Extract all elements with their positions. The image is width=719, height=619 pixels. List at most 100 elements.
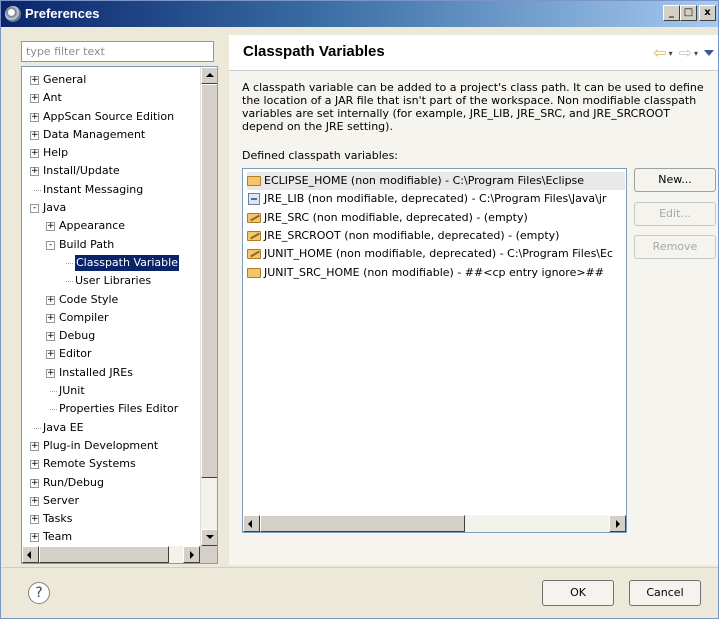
tree-vertical-scrollbar[interactable] xyxy=(200,67,217,546)
window-controls: _ □ x xyxy=(663,5,716,21)
tree-connector xyxy=(50,409,57,411)
expand-icon[interactable]: + xyxy=(30,112,39,122)
title-bar[interactable]: Preferences _ □ x xyxy=(1,1,718,27)
ok-button[interactable]: OK xyxy=(542,580,614,606)
expand-icon[interactable]: + xyxy=(30,533,39,543)
tree-item[interactable]: + Editor xyxy=(22,345,200,363)
tree-item[interactable]: + Plug-in Development xyxy=(22,437,200,455)
tree-item[interactable]: + Team xyxy=(22,528,200,546)
tree-item[interactable]: + Install/Update xyxy=(22,162,200,180)
tree-horizontal-thumb[interactable] xyxy=(39,546,169,563)
variable-list-item[interactable]: JUNIT_HOME (non modifiable, deprecated) … xyxy=(247,245,625,263)
folder-icon xyxy=(247,176,261,186)
tree-item[interactable]: + Tasks xyxy=(22,510,200,528)
close-button[interactable]: x xyxy=(699,5,716,21)
expand-icon[interactable]: + xyxy=(46,350,55,360)
tree-item-label: Build Path xyxy=(59,237,115,251)
tree-item-label: Remote Systems xyxy=(43,457,136,471)
expand-icon[interactable]: + xyxy=(30,515,39,525)
expand-icon[interactable]: + xyxy=(46,295,55,305)
view-menu-icon[interactable] xyxy=(704,50,714,56)
tree-connector xyxy=(50,391,57,393)
expand-icon[interactable]: + xyxy=(30,478,39,488)
forward-dropdown-icon[interactable]: ▾ xyxy=(694,49,698,58)
tree-item[interactable]: Classpath Variable xyxy=(22,254,200,272)
scroll-up-button[interactable] xyxy=(201,67,217,84)
tree-item[interactable]: Java EE xyxy=(22,419,200,437)
forward-arrow-icon[interactable]: ⇨ xyxy=(679,45,692,61)
back-arrow-icon[interactable]: ⇦ xyxy=(653,45,666,61)
variable-list-item[interactable]: JRE_SRCROOT (non modifiable, deprecated)… xyxy=(247,227,625,245)
expand-icon[interactable]: + xyxy=(30,167,39,177)
tree-item-label: Run/Debug xyxy=(43,475,104,489)
preferences-tree: + General + Ant + AppScan Source Edition + Data… xyxy=(21,66,218,564)
collapse-icon[interactable]: - xyxy=(46,240,55,250)
expand-icon[interactable]: + xyxy=(30,149,39,159)
tree-item[interactable]: + Data Management xyxy=(22,126,200,144)
tree-items: + General + Ant + AppScan Source Edition + Data… xyxy=(22,71,200,547)
collapse-icon[interactable]: - xyxy=(30,204,39,214)
scroll-left-button[interactable] xyxy=(22,546,39,563)
tree-item[interactable]: User Libraries xyxy=(22,272,200,290)
expand-icon[interactable]: + xyxy=(46,368,55,378)
new-button[interactable]: New... xyxy=(634,168,716,192)
tree-item-label: User Libraries xyxy=(75,274,152,288)
cancel-button[interactable]: Cancel xyxy=(629,580,701,606)
tree-item[interactable]: + Code Style xyxy=(22,291,200,309)
expand-icon[interactable]: + xyxy=(30,441,39,451)
tree-horizontal-scrollbar[interactable] xyxy=(22,546,200,563)
expand-icon[interactable]: + xyxy=(46,332,55,342)
tree-item[interactable]: - Java xyxy=(22,199,200,217)
tree-item[interactable]: + AppScan Source Edition xyxy=(22,108,200,126)
expand-icon[interactable]: + xyxy=(30,76,39,85)
variable-list-item[interactable]: JRE_SRC (non modifiable, deprecated) - (… xyxy=(247,209,625,227)
list-horizontal-thumb[interactable] xyxy=(260,515,465,532)
tree-item[interactable]: + Ant xyxy=(22,89,200,107)
up-arrow-icon xyxy=(206,69,214,77)
page-navigation: ⇦ ▾ ⇨ ▾ xyxy=(653,45,714,61)
jar-icon xyxy=(248,193,260,206)
list-scroll-right-button[interactable] xyxy=(609,515,626,532)
tree-item-label: Server xyxy=(43,493,80,507)
tree-item[interactable]: + Debug xyxy=(22,327,200,345)
minimize-button[interactable]: _ xyxy=(663,5,680,21)
filter-input[interactable] xyxy=(21,41,214,62)
remove-button[interactable]: Remove xyxy=(634,235,716,259)
scroll-right-button[interactable] xyxy=(183,546,200,563)
expand-icon[interactable]: + xyxy=(46,313,55,323)
variable-list-item[interactable]: JUNIT_SRC_HOME (non modifiable) - ##<cp … xyxy=(247,264,625,282)
tree-item[interactable]: + Run/Debug xyxy=(22,474,200,492)
tree-item[interactable]: + Compiler xyxy=(22,309,200,327)
tree-item[interactable]: + Remote Systems xyxy=(22,455,200,473)
expand-icon[interactable]: + xyxy=(30,130,39,140)
edit-button[interactable]: Edit... xyxy=(634,202,716,226)
tree-item[interactable]: + Appearance xyxy=(22,217,200,235)
tree-item-label: Plug-in Development xyxy=(43,438,159,452)
maximize-button[interactable]: □ xyxy=(680,5,697,21)
help-icon[interactable]: ? xyxy=(28,582,50,604)
tree-item[interactable]: JUnit xyxy=(22,382,200,400)
left-arrow-icon xyxy=(244,520,252,528)
content-header: Classpath Variables ⇦ ▾ ⇨ ▾ xyxy=(229,35,718,71)
back-dropdown-icon[interactable]: ▾ xyxy=(669,49,673,58)
expand-icon[interactable]: + xyxy=(30,496,39,506)
page-title: Classpath Variables xyxy=(243,43,385,60)
tree-item[interactable]: Instant Messaging xyxy=(22,181,200,199)
list-horizontal-scrollbar[interactable] xyxy=(243,515,626,532)
tree-item-label: AppScan Source Edition xyxy=(43,109,175,123)
expand-icon[interactable]: + xyxy=(30,460,39,470)
list-scroll-left-button[interactable] xyxy=(243,515,260,532)
expand-icon[interactable]: + xyxy=(46,222,55,232)
scroll-down-button[interactable] xyxy=(201,529,217,546)
tree-item[interactable]: Properties Files Editor xyxy=(22,400,200,418)
tree-item[interactable]: + Help xyxy=(22,144,200,162)
variable-text: JRE_SRCROOT (non modifiable, deprecated)… xyxy=(264,228,560,242)
tree-item[interactable]: + Installed JREs xyxy=(22,364,200,382)
tree-vertical-thumb[interactable] xyxy=(201,84,217,478)
expand-icon[interactable]: + xyxy=(30,94,39,104)
variable-list-item[interactable]: ECLIPSE_HOME (non modifiable) - C:\Progr… xyxy=(247,172,625,190)
tree-item[interactable]: + General xyxy=(22,71,200,89)
tree-item[interactable]: - Build Path xyxy=(22,236,200,254)
variable-list-item[interactable]: JRE_LIB (non modifiable, deprecated) - C… xyxy=(247,190,625,208)
tree-item[interactable]: + Server xyxy=(22,492,200,510)
